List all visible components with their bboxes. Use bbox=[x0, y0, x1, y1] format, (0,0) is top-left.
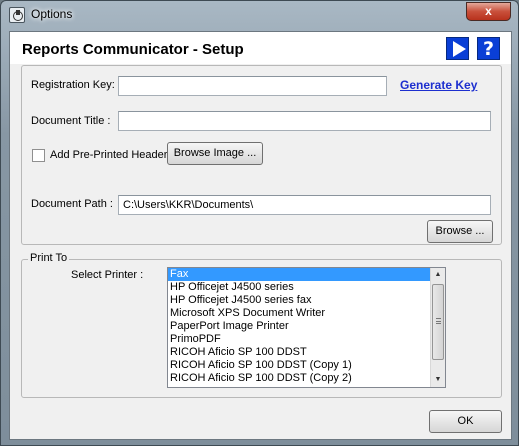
list-item[interactable]: RICOH Aficio SP 100 DDST bbox=[168, 346, 431, 359]
grip-icon bbox=[436, 318, 441, 324]
list-item[interactable]: Microsoft XPS Document Writer bbox=[168, 307, 431, 320]
close-button[interactable]: x bbox=[466, 2, 511, 21]
title-bar[interactable]: Options x bbox=[1, 1, 518, 29]
select-printer-label: Select Printer : bbox=[71, 269, 144, 281]
play-icon[interactable] bbox=[446, 37, 469, 60]
list-item[interactable]: PrimoPDF bbox=[168, 333, 431, 346]
header-area: Reports Communicator - Setup ? bbox=[10, 32, 511, 64]
page-title: Reports Communicator - Setup bbox=[22, 41, 244, 58]
browse-button[interactable]: Browse ... bbox=[427, 220, 493, 243]
generate-key-link[interactable]: Generate Key bbox=[400, 78, 477, 92]
document-title-label: Document Title : bbox=[31, 115, 111, 127]
preprinted-header-label: Add Pre-Printed Header bbox=[50, 149, 168, 161]
window-title: Options bbox=[31, 7, 73, 21]
list-item[interactable]: RICOH Aficio SP 100 DDST (Copy 1) bbox=[168, 359, 431, 372]
registration-key-label: Registration Key: bbox=[31, 79, 115, 91]
printer-list-scrollbar[interactable]: ▲ ▼ bbox=[430, 268, 445, 387]
document-title-input[interactable] bbox=[118, 111, 491, 131]
document-path-input[interactable]: C:\Users\KKR\Documents\ bbox=[118, 195, 491, 215]
browse-image-button[interactable]: Browse Image ... bbox=[167, 142, 263, 165]
list-item[interactable]: Fax bbox=[168, 268, 431, 281]
app-icon bbox=[9, 7, 25, 23]
print-to-label: Print To bbox=[28, 252, 70, 264]
list-item[interactable]: PaperPort Image Printer bbox=[168, 320, 431, 333]
document-path-label: Document Path : bbox=[31, 198, 113, 210]
preprinted-header-checkbox[interactable] bbox=[32, 149, 45, 162]
dialog-client-area: Reports Communicator - Setup ? Registrat… bbox=[9, 31, 512, 440]
options-window: Options x Reports Communicator - Setup ?… bbox=[0, 0, 519, 446]
list-item[interactable]: HP Officejet J4500 series bbox=[168, 281, 431, 294]
list-item[interactable]: RICOH Aficio SP 100 DDST (Copy 2) bbox=[168, 372, 431, 385]
help-icon[interactable]: ? bbox=[477, 37, 500, 60]
list-item[interactable]: HP Officejet J4500 series fax bbox=[168, 294, 431, 307]
scroll-up-arrow-icon[interactable]: ▲ bbox=[431, 268, 445, 282]
registration-key-input[interactable] bbox=[118, 76, 387, 96]
printer-listbox[interactable]: Fax HP Officejet J4500 series HP Officej… bbox=[167, 267, 446, 388]
scroll-thumb[interactable] bbox=[432, 284, 444, 360]
scroll-down-arrow-icon[interactable]: ▼ bbox=[431, 373, 445, 387]
ok-button[interactable]: OK bbox=[429, 410, 502, 433]
